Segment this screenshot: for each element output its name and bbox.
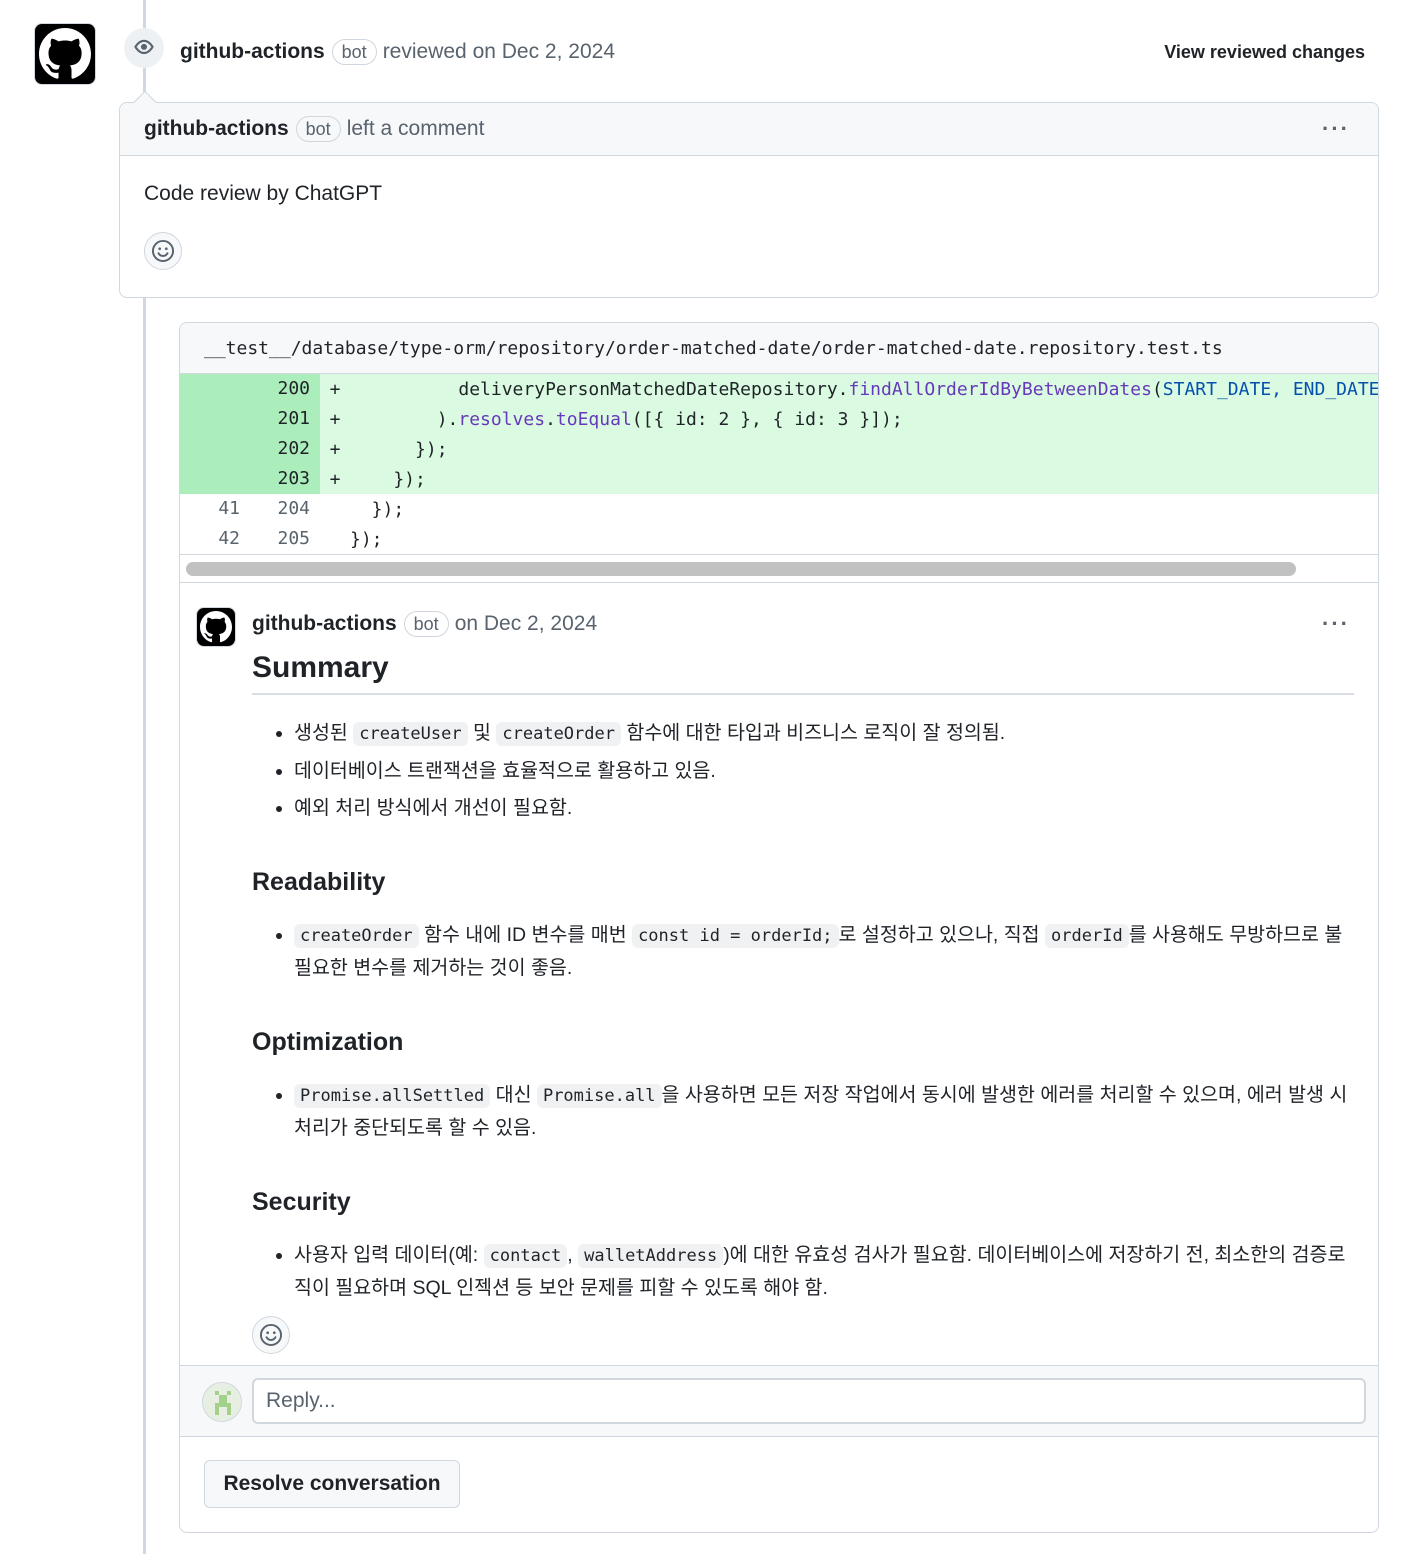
diff-line: 203 + });: [180, 464, 1378, 494]
add-reaction-button[interactable]: [144, 232, 182, 270]
review-action-text[interactable]: reviewed on Dec 2, 2024: [383, 40, 615, 64]
smiley-icon: [151, 239, 175, 263]
old-line-number[interactable]: 41: [180, 494, 250, 524]
comment-options-icon[interactable]: ···: [1322, 611, 1350, 637]
summary-list: 생성된 createUser 및 createOrder 함수에 대한 타입과 …: [252, 717, 1354, 824]
thread-comment-header: github-actions bot on Dec 2, 2024 ···: [252, 609, 1354, 639]
security-heading: Security: [252, 1188, 351, 1216]
review-thread: __test__/database/type-orm/repository/or…: [179, 322, 1379, 1533]
list-item: 사용자 입력 데이터(예: contact, walletAddress)에 대…: [294, 1239, 1354, 1304]
security-list: 사용자 입력 데이터(예: contact, walletAddress)에 대…: [252, 1239, 1354, 1304]
old-line-number[interactable]: [180, 374, 250, 404]
smiley-icon: [259, 1323, 283, 1347]
optimization-heading: Optimization: [252, 1028, 404, 1056]
scrollbar-thumb[interactable]: [186, 562, 1296, 576]
new-line-number[interactable]: 205: [250, 524, 320, 554]
optimization-list: Promise.allSettled 대신 Promise.all을 사용하면 …: [252, 1079, 1354, 1144]
diff-line: 42 205 });: [180, 524, 1378, 554]
old-line-number[interactable]: [180, 434, 250, 464]
comment-author-link[interactable]: github-actions: [144, 117, 289, 141]
review-author-link[interactable]: github-actions: [180, 40, 325, 64]
diff-code: });: [350, 468, 426, 490]
old-line-number[interactable]: [180, 464, 250, 494]
new-line-number[interactable]: 201: [250, 404, 320, 434]
comment-author-link[interactable]: github-actions: [252, 612, 397, 636]
github-mark-icon: [200, 611, 232, 643]
diff-hunk: 200 + deliveryPersonMatchedDateRepositor…: [180, 374, 1378, 554]
summary-heading: Summary: [252, 651, 1354, 695]
old-line-number[interactable]: 42: [180, 524, 250, 554]
resolve-conversation-button[interactable]: Resolve conversation: [204, 1460, 460, 1508]
list-item: 예외 처리 방식에서 개선이 필요함.: [294, 792, 1354, 824]
bot-label: bot: [403, 611, 449, 637]
diff-file-path[interactable]: __test__/database/type-orm/repository/or…: [180, 323, 1378, 374]
diff-code: deliveryPersonMatchedDateRepository.find…: [350, 378, 1378, 400]
readability-list: createOrder 함수 내에 ID 변수를 매번 const id = o…: [252, 919, 1354, 984]
readability-heading: Readability: [252, 868, 386, 896]
diff-line: 200 + deliveryPersonMatchedDateRepositor…: [180, 374, 1378, 404]
new-line-number[interactable]: 202: [250, 434, 320, 464]
review-comment-box: github-actions bot left a comment ··· Co…: [119, 90, 1379, 298]
bot-label: bot: [295, 116, 341, 142]
eye-icon: [124, 28, 164, 68]
diff-code: });: [350, 498, 405, 520]
old-line-number[interactable]: [180, 404, 250, 434]
new-line-number[interactable]: 204: [250, 494, 320, 524]
diff-code: });: [350, 528, 383, 550]
diff-sign: +: [329, 468, 341, 490]
diff-code: });: [350, 438, 448, 460]
github-mark-icon: [39, 28, 91, 79]
current-user-avatar[interactable]: [202, 1382, 242, 1422]
reply-bar: Reply...: [180, 1365, 1378, 1437]
diff-line: 41 204 });: [180, 494, 1378, 524]
identicon-icon: [203, 1383, 241, 1421]
diff-sign: +: [329, 438, 341, 460]
view-reviewed-changes-link[interactable]: View reviewed changes: [1164, 42, 1365, 63]
list-item: 데이터베이스 트랜잭션을 효율적으로 활용하고 있음.: [294, 755, 1354, 787]
bot-label: bot: [331, 39, 377, 65]
diff-sign: +: [329, 378, 341, 400]
comment-options-icon[interactable]: ···: [1322, 116, 1350, 142]
thread-comment: github-actions bot on Dec 2, 2024 ··· Su…: [180, 583, 1378, 1354]
reply-input[interactable]: Reply...: [252, 1378, 1366, 1424]
comment-body-text: Code review by ChatGPT: [144, 182, 383, 205]
github-actions-avatar[interactable]: [196, 607, 236, 647]
diff-line: 201 + ).resolves.toEqual([{ id: 2 }, { i…: [180, 404, 1378, 434]
diff-line: 202 + });: [180, 434, 1378, 464]
diff-code: ).resolves.toEqual([{ id: 2 }, { id: 3 }…: [350, 408, 903, 430]
new-line-number[interactable]: 200: [250, 374, 320, 404]
github-actions-avatar[interactable]: [34, 23, 96, 85]
list-item: createOrder 함수 내에 ID 변수를 매번 const id = o…: [294, 919, 1354, 984]
add-reaction-button[interactable]: [252, 1316, 290, 1354]
list-item: 생성된 createUser 및 createOrder 함수에 대한 타입과 …: [294, 717, 1354, 750]
comment-header: github-actions bot left a comment ···: [120, 103, 1378, 156]
diff-sign: +: [329, 408, 341, 430]
review-header: github-actions bot reviewed on Dec 2, 20…: [180, 36, 1365, 68]
comment-date-link[interactable]: on Dec 2, 2024: [455, 612, 597, 636]
list-item: Promise.allSettled 대신 Promise.all을 사용하면 …: [294, 1079, 1354, 1144]
new-line-number[interactable]: 203: [250, 464, 320, 494]
diff-horizontal-scrollbar[interactable]: [180, 554, 1378, 583]
comment-action-text: left a comment: [346, 117, 485, 140]
